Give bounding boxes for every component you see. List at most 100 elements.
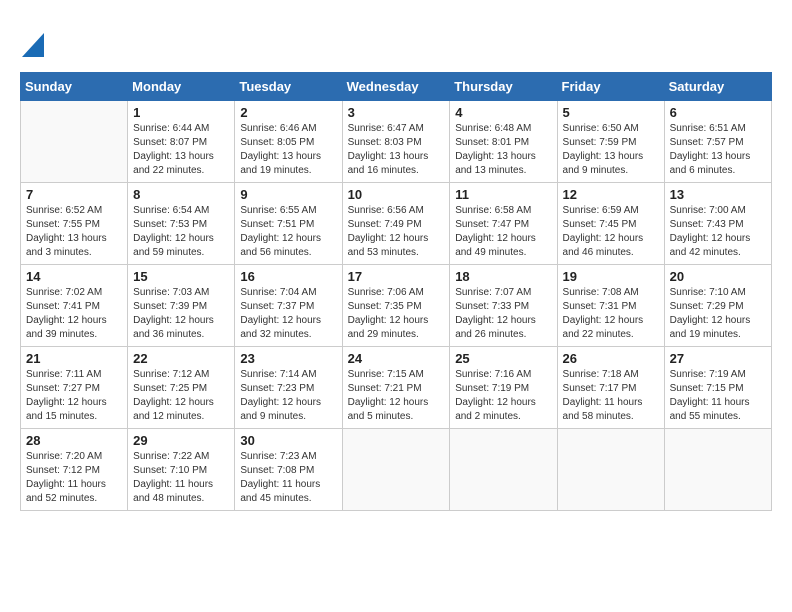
day-number: 17 <box>348 269 445 284</box>
day-number: 20 <box>670 269 766 284</box>
day-info: Sunrise: 7:14 AM Sunset: 7:23 PM Dayligh… <box>240 368 336 424</box>
calendar-header-row: SundayMondayTuesdayWednesdayThursdayFrid… <box>21 73 772 101</box>
day-number: 9 <box>240 187 336 202</box>
day-number: 25 <box>455 351 551 366</box>
calendar-cell: 12 Sunrise: 6:59 AM Sunset: 7:45 PM Dayli… <box>557 183 664 265</box>
day-number: 12 <box>563 187 659 202</box>
day-number: 3 <box>348 105 445 120</box>
day-info: Sunrise: 6:51 AM Sunset: 7:57 PM Dayligh… <box>670 122 766 178</box>
day-number: 29 <box>133 433 229 448</box>
calendar-cell: 15 Sunrise: 7:03 AM Sunset: 7:39 PM Dayli… <box>128 265 235 347</box>
day-number: 22 <box>133 351 229 366</box>
calendar-cell: 1 Sunrise: 6:44 AM Sunset: 8:07 PM Daylig… <box>128 101 235 183</box>
calendar-cell: 11 Sunrise: 6:58 AM Sunset: 7:47 PM Dayli… <box>450 183 557 265</box>
calendar-cell <box>342 429 450 511</box>
calendar-cell: 29 Sunrise: 7:22 AM Sunset: 7:10 PM Dayli… <box>128 429 235 511</box>
calendar-cell: 13 Sunrise: 7:00 AM Sunset: 7:43 PM Dayli… <box>664 183 771 265</box>
day-info: Sunrise: 7:04 AM Sunset: 7:37 PM Dayligh… <box>240 286 336 342</box>
day-info: Sunrise: 7:11 AM Sunset: 7:27 PM Dayligh… <box>26 368 122 424</box>
day-number: 18 <box>455 269 551 284</box>
day-info: Sunrise: 6:55 AM Sunset: 7:51 PM Dayligh… <box>240 204 336 260</box>
calendar-cell: 8 Sunrise: 6:54 AM Sunset: 7:53 PM Daylig… <box>128 183 235 265</box>
calendar-cell: 3 Sunrise: 6:47 AM Sunset: 8:03 PM Daylig… <box>342 101 450 183</box>
calendar-cell: 26 Sunrise: 7:18 AM Sunset: 7:17 PM Dayli… <box>557 347 664 429</box>
header <box>20 20 772 62</box>
day-info: Sunrise: 6:58 AM Sunset: 7:47 PM Dayligh… <box>455 204 551 260</box>
day-info: Sunrise: 7:00 AM Sunset: 7:43 PM Dayligh… <box>670 204 766 260</box>
calendar-header-friday: Friday <box>557 73 664 101</box>
day-number: 7 <box>26 187 122 202</box>
day-info: Sunrise: 7:19 AM Sunset: 7:15 PM Dayligh… <box>670 368 766 424</box>
day-info: Sunrise: 7:16 AM Sunset: 7:19 PM Dayligh… <box>455 368 551 424</box>
day-info: Sunrise: 6:54 AM Sunset: 7:53 PM Dayligh… <box>133 204 229 260</box>
day-info: Sunrise: 7:08 AM Sunset: 7:31 PM Dayligh… <box>563 286 659 342</box>
calendar-header-tuesday: Tuesday <box>235 73 342 101</box>
calendar-cell: 21Sunrise: 7:11 AM Sunset: 7:27 PM Dayli… <box>21 347 128 429</box>
day-info: Sunrise: 6:56 AM Sunset: 7:49 PM Dayligh… <box>348 204 445 260</box>
day-number: 23 <box>240 351 336 366</box>
calendar-cell: 28 Sunrise: 7:20 AM Sunset: 7:12 PM Dayli… <box>21 429 128 511</box>
day-number: 11 <box>455 187 551 202</box>
day-number: 19 <box>563 269 659 284</box>
day-info: Sunrise: 7:03 AM Sunset: 7:39 PM Dayligh… <box>133 286 229 342</box>
calendar-cell <box>557 429 664 511</box>
calendar-header-sunday: Sunday <box>21 73 128 101</box>
day-info: Sunrise: 7:10 AM Sunset: 7:29 PM Dayligh… <box>670 286 766 342</box>
calendar-week-3: 14 Sunrise: 7:02 AM Sunset: 7:41 PM Dayli… <box>21 265 772 347</box>
day-info: Sunrise: 7:07 AM Sunset: 7:33 PM Dayligh… <box>455 286 551 342</box>
calendar-cell: 20 Sunrise: 7:10 AM Sunset: 7:29 PM Dayli… <box>664 265 771 347</box>
day-number: 26 <box>563 351 659 366</box>
calendar-header-wednesday: Wednesday <box>342 73 450 101</box>
day-info: Sunrise: 6:46 AM Sunset: 8:05 PM Dayligh… <box>240 122 336 178</box>
calendar-header-saturday: Saturday <box>664 73 771 101</box>
calendar-cell: 19 Sunrise: 7:08 AM Sunset: 7:31 PM Dayli… <box>557 265 664 347</box>
day-number: 30 <box>240 433 336 448</box>
day-number: 24 <box>348 351 445 366</box>
day-info: Sunrise: 7:12 AM Sunset: 7:25 PM Dayligh… <box>133 368 229 424</box>
day-info: Sunrise: 7:18 AM Sunset: 7:17 PM Dayligh… <box>563 368 659 424</box>
calendar-cell: 18 Sunrise: 7:07 AM Sunset: 7:33 PM Dayli… <box>450 265 557 347</box>
day-number: 8 <box>133 187 229 202</box>
day-number: 1 <box>133 105 229 120</box>
day-info: Sunrise: 7:20 AM Sunset: 7:12 PM Dayligh… <box>26 450 122 506</box>
day-info: Sunrise: 6:48 AM Sunset: 8:01 PM Dayligh… <box>455 122 551 178</box>
day-number: 5 <box>563 105 659 120</box>
day-number: 4 <box>455 105 551 120</box>
day-info: Sunrise: 7:02 AM Sunset: 7:41 PM Dayligh… <box>26 286 122 342</box>
calendar-cell: 17 Sunrise: 7:06 AM Sunset: 7:35 PM Dayli… <box>342 265 450 347</box>
day-number: 13 <box>670 187 766 202</box>
day-number: 10 <box>348 187 445 202</box>
calendar-week-1: 1 Sunrise: 6:44 AM Sunset: 8:07 PM Daylig… <box>21 101 772 183</box>
calendar-cell <box>450 429 557 511</box>
calendar-cell: 5Sunrise: 6:50 AM Sunset: 7:59 PM Daylig… <box>557 101 664 183</box>
calendar-cell: 14 Sunrise: 7:02 AM Sunset: 7:41 PM Dayli… <box>21 265 128 347</box>
calendar-header-monday: Monday <box>128 73 235 101</box>
day-info: Sunrise: 7:23 AM Sunset: 7:08 PM Dayligh… <box>240 450 336 506</box>
calendar-cell: 23 Sunrise: 7:14 AM Sunset: 7:23 PM Dayli… <box>235 347 342 429</box>
day-info: Sunrise: 7:06 AM Sunset: 7:35 PM Dayligh… <box>348 286 445 342</box>
calendar-cell: 10 Sunrise: 6:56 AM Sunset: 7:49 PM Dayli… <box>342 183 450 265</box>
logo-icon <box>22 29 44 57</box>
day-info: Sunrise: 6:44 AM Sunset: 8:07 PM Dayligh… <box>133 122 229 178</box>
day-number: 16 <box>240 269 336 284</box>
calendar-cell: 7 Sunrise: 6:52 AM Sunset: 7:55 PM Daylig… <box>21 183 128 265</box>
day-number: 15 <box>133 269 229 284</box>
day-number: 28 <box>26 433 122 448</box>
day-number: 14 <box>26 269 122 284</box>
calendar-cell: 16 Sunrise: 7:04 AM Sunset: 7:37 PM Dayli… <box>235 265 342 347</box>
calendar-week-5: 28 Sunrise: 7:20 AM Sunset: 7:12 PM Dayli… <box>21 429 772 511</box>
day-info: Sunrise: 7:15 AM Sunset: 7:21 PM Dayligh… <box>348 368 445 424</box>
calendar-cell: 27 Sunrise: 7:19 AM Sunset: 7:15 PM Dayli… <box>664 347 771 429</box>
calendar-cell: 2Sunrise: 6:46 AM Sunset: 8:05 PM Daylig… <box>235 101 342 183</box>
calendar-cell: 30 Sunrise: 7:23 AM Sunset: 7:08 PM Dayli… <box>235 429 342 511</box>
calendar-table: SundayMondayTuesdayWednesdayThursdayFrid… <box>20 72 772 511</box>
calendar-cell: 24 Sunrise: 7:15 AM Sunset: 7:21 PM Dayli… <box>342 347 450 429</box>
day-info: Sunrise: 6:52 AM Sunset: 7:55 PM Dayligh… <box>26 204 122 260</box>
logo <box>20 25 44 62</box>
day-number: 27 <box>670 351 766 366</box>
calendar-cell <box>664 429 771 511</box>
day-info: Sunrise: 6:47 AM Sunset: 8:03 PM Dayligh… <box>348 122 445 178</box>
day-info: Sunrise: 6:59 AM Sunset: 7:45 PM Dayligh… <box>563 204 659 260</box>
day-number: 6 <box>670 105 766 120</box>
day-info: Sunrise: 7:22 AM Sunset: 7:10 PM Dayligh… <box>133 450 229 506</box>
